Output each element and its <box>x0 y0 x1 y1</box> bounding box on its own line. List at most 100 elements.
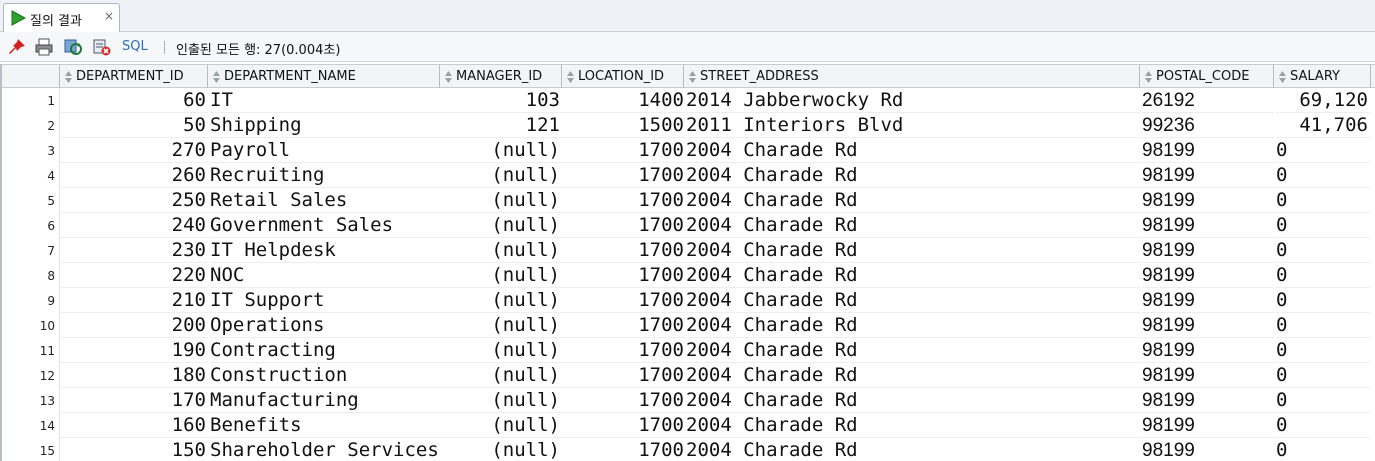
sort-icon[interactable] <box>688 70 697 84</box>
cell-department-name[interactable]: NOC <box>210 263 440 288</box>
cell-manager-id[interactable]: (null) <box>440 163 562 188</box>
cell-department-name[interactable]: Recruiting <box>210 163 440 188</box>
cell-department-name[interactable]: Manufacturing <box>210 388 440 413</box>
cell-postal-code[interactable]: 98199 <box>1142 188 1274 213</box>
table-row[interactable]: 9 210 IT Support (null) 1700 2004 Charade Rd 9… <box>2 288 1375 313</box>
cell-postal-code[interactable]: 98199 <box>1142 338 1274 363</box>
cell-department-id[interactable]: 210 <box>60 288 208 313</box>
column-header-department-id[interactable]: DEPARTMENT_ID <box>60 65 208 88</box>
sort-icon[interactable] <box>444 70 453 84</box>
cell-department-id[interactable]: 170 <box>60 388 208 413</box>
cell-postal-code[interactable]: 98199 <box>1142 313 1274 338</box>
cell-location-id[interactable]: 1700 <box>562 188 686 213</box>
refresh-icon[interactable] <box>64 38 82 56</box>
cell-street-address[interactable]: 2004 Charade Rd <box>686 138 1140 163</box>
cell-location-id[interactable]: 1700 <box>562 238 686 263</box>
cell-manager-id[interactable]: (null) <box>440 363 562 388</box>
cell-department-name[interactable]: Government Sales <box>210 213 440 238</box>
cell-postal-code[interactable]: 26192 <box>1142 88 1274 113</box>
sort-icon[interactable] <box>1144 70 1153 84</box>
cell-department-name[interactable]: IT Helpdesk <box>210 238 440 263</box>
cell-street-address[interactable]: 2004 Charade Rd <box>686 413 1140 438</box>
cell-postal-code[interactable]: 98199 <box>1142 288 1274 313</box>
cell-manager-id[interactable]: (null) <box>440 238 562 263</box>
table-row[interactable]: 14 160 Benefits (null) 1700 2004 Charade Rd 98… <box>2 413 1375 438</box>
cell-department-id[interactable]: 230 <box>60 238 208 263</box>
table-row[interactable]: 8 220 NOC (null) 1700 2004 Charade Rd 98199 0 <box>2 263 1375 288</box>
cell-location-id[interactable]: 1700 <box>562 413 686 438</box>
cell-location-id[interactable]: 1700 <box>562 363 686 388</box>
cell-salary[interactable]: 0 <box>1276 238 1370 263</box>
table-row[interactable]: 3 270 Payroll (null) 1700 2004 Charade Rd 9819… <box>2 138 1375 163</box>
cell-manager-id[interactable]: (null) <box>440 213 562 238</box>
row-number[interactable]: 2 <box>2 113 60 138</box>
cell-department-name[interactable]: IT <box>210 88 440 113</box>
cell-salary[interactable]: 0 <box>1276 388 1370 413</box>
row-number[interactable]: 5 <box>2 188 60 213</box>
cell-postal-code[interactable]: 98199 <box>1142 238 1274 263</box>
cell-manager-id[interactable]: (null) <box>440 263 562 288</box>
table-row[interactable]: 11 190 Contracting (null) 1700 2004 Charade R… <box>2 338 1375 363</box>
cell-location-id[interactable]: 1700 <box>562 438 686 461</box>
table-row[interactable]: 5 250 Retail Sales (null) 1700 2004 Charade R… <box>2 188 1375 213</box>
cell-department-id[interactable]: 60 <box>60 88 208 113</box>
row-number[interactable]: 15 <box>2 438 60 461</box>
cell-manager-id[interactable]: (null) <box>440 188 562 213</box>
cell-department-name[interactable]: Retail Sales <box>210 188 440 213</box>
cell-street-address[interactable]: 2004 Charade Rd <box>686 238 1140 263</box>
table-row[interactable]: 1 60 IT 103 1400 2014 Jabberwocky Rd 26192 69,1… <box>2 88 1375 113</box>
row-number[interactable]: 12 <box>2 363 60 388</box>
cell-postal-code[interactable]: 98199 <box>1142 413 1274 438</box>
cell-location-id[interactable]: 1700 <box>562 163 686 188</box>
cell-department-id[interactable]: 260 <box>60 163 208 188</box>
cell-department-id[interactable]: 150 <box>60 438 208 461</box>
cell-location-id[interactable]: 1700 <box>562 138 686 163</box>
sort-icon[interactable] <box>212 70 221 84</box>
cell-department-name[interactable]: IT Support <box>210 288 440 313</box>
cell-department-id[interactable]: 50 <box>60 113 208 138</box>
cell-street-address[interactable]: 2004 Charade Rd <box>686 388 1140 413</box>
column-header-location-id[interactable]: LOCATION_ID <box>562 65 684 88</box>
tab-query-result[interactable]: 질의 결과 × <box>3 3 120 32</box>
sql-button[interactable]: SQL <box>122 39 148 54</box>
row-number[interactable]: 4 <box>2 163 60 188</box>
cell-street-address[interactable]: 2011 Interiors Blvd <box>686 113 1140 138</box>
cell-salary[interactable]: 0 <box>1276 338 1370 363</box>
cell-department-name[interactable]: Shipping <box>210 113 440 138</box>
row-number[interactable]: 14 <box>2 413 60 438</box>
row-number[interactable]: 3 <box>2 138 60 163</box>
cell-street-address[interactable]: 2004 Charade Rd <box>686 263 1140 288</box>
cell-salary[interactable]: 0 <box>1276 163 1370 188</box>
table-row[interactable]: 12 180 Construction (null) 1700 2004 Charade … <box>2 363 1375 388</box>
cell-street-address[interactable]: 2004 Charade Rd <box>686 363 1140 388</box>
cell-street-address[interactable]: 2004 Charade Rd <box>686 288 1140 313</box>
cell-salary[interactable]: 0 <box>1276 263 1370 288</box>
cancel-query-icon[interactable] <box>93 38 111 56</box>
table-row[interactable]: 10 200 Operations (null) 1700 2004 Charade Rd… <box>2 313 1375 338</box>
table-row[interactable]: 6 240 Government Sales (null) 1700 2004 Chara… <box>2 213 1375 238</box>
cell-location-id[interactable]: 1700 <box>562 338 686 363</box>
cell-postal-code[interactable]: 98199 <box>1142 138 1274 163</box>
cell-manager-id[interactable]: (null) <box>440 413 562 438</box>
table-row[interactable]: 2 50 Shipping 121 1500 2011 Interiors Blvd 992… <box>2 113 1375 138</box>
cell-department-id[interactable]: 240 <box>60 213 208 238</box>
cell-salary[interactable]: 0 <box>1276 363 1370 388</box>
sort-icon[interactable] <box>64 70 73 84</box>
cell-street-address[interactable]: 2004 Charade Rd <box>686 163 1140 188</box>
cell-manager-id[interactable]: (null) <box>440 388 562 413</box>
cell-postal-code[interactable]: 98199 <box>1142 363 1274 388</box>
cell-postal-code[interactable]: 98199 <box>1142 263 1274 288</box>
close-icon[interactable]: × <box>104 9 114 23</box>
cell-postal-code[interactable]: 98199 <box>1142 213 1274 238</box>
cell-salary[interactable]: 0 <box>1276 288 1370 313</box>
cell-salary[interactable]: 0 <box>1276 188 1370 213</box>
table-row[interactable]: 15 150 Shareholder Services (null) 1700 2004 … <box>2 438 1375 461</box>
cell-location-id[interactable]: 1500 <box>562 113 686 138</box>
cell-department-name[interactable]: Contracting <box>210 338 440 363</box>
cell-salary[interactable]: 41,706 <box>1276 113 1370 138</box>
cell-street-address[interactable]: 2004 Charade Rd <box>686 438 1140 461</box>
cell-department-id[interactable]: 220 <box>60 263 208 288</box>
column-header-postal-code[interactable]: POSTAL_CODE <box>1140 65 1274 88</box>
print-icon[interactable] <box>35 38 53 56</box>
cell-street-address[interactable]: 2004 Charade Rd <box>686 338 1140 363</box>
